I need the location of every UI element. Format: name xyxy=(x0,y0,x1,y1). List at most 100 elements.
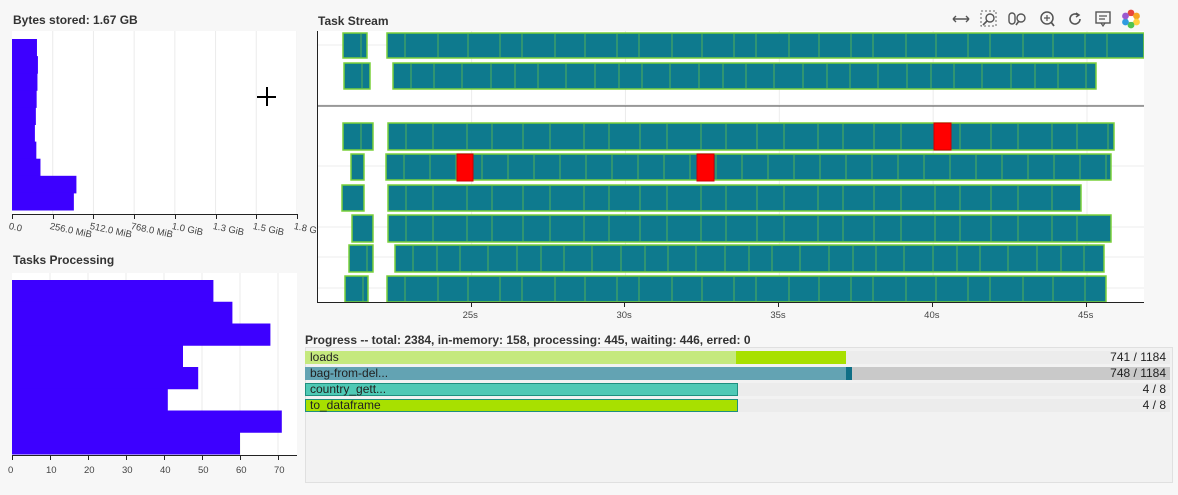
bytes-bar xyxy=(12,39,37,57)
task-segment xyxy=(342,122,374,151)
x-tick-mark xyxy=(164,455,165,460)
x-tick-label: 45s xyxy=(1078,310,1094,321)
x-tick-label: 0 xyxy=(8,465,14,476)
bytes-bar xyxy=(12,141,37,160)
bytes-bar xyxy=(12,56,38,74)
x-tick-label: 1.5 GiB xyxy=(251,221,286,239)
processing-bar xyxy=(12,367,199,390)
task-segment xyxy=(392,62,1097,90)
task-segment xyxy=(351,214,374,243)
progress-processing-fill xyxy=(846,367,852,380)
x-tick-mark xyxy=(624,303,626,307)
x-tick-label: 25s xyxy=(462,310,478,321)
x-tick-mark xyxy=(778,303,780,307)
progress-row: country_gett... 4 / 8 xyxy=(305,383,1170,396)
x-tick-label: 1.3 GiB xyxy=(211,221,245,239)
bytes-stored-plot[interactable] xyxy=(12,31,297,214)
x-tick-mark xyxy=(932,303,934,307)
x-tick-label: 768.0 MiB xyxy=(129,221,174,241)
x-tick-mark xyxy=(278,455,279,460)
x-tick-mark xyxy=(52,214,54,219)
processing-bar xyxy=(12,432,240,455)
progress-row: to_dataframe 4 / 8 xyxy=(305,399,1170,412)
x-tick-mark xyxy=(12,214,13,219)
processing-bar xyxy=(12,301,233,324)
x-tick-mark xyxy=(297,214,298,219)
x-tick-label: 0.0 xyxy=(7,221,23,235)
x-tick-label: 10 xyxy=(46,465,57,476)
task-stream-x-axis: 25s 30s 35s 40s 45s xyxy=(317,303,1143,323)
x-tick-mark xyxy=(174,214,176,219)
bytes-stored-x-axis: 0.0 256.0 MiB 512.0 MiB 768.0 MiB 1.0 GiB 1.3… xyxy=(8,214,318,244)
x-tick-label: 1.0 GiB xyxy=(170,221,204,239)
bytes-bar xyxy=(12,158,41,177)
wheel-zoom-icon[interactable] xyxy=(1006,8,1028,30)
task-segment xyxy=(386,32,1144,59)
x-tick-mark xyxy=(93,214,95,219)
x-tick-mark xyxy=(134,214,136,219)
x-tick-label: 40s xyxy=(924,310,940,321)
x-tick-mark xyxy=(126,455,127,460)
x-tick-mark xyxy=(88,455,89,460)
x-tick-label: 256.0 MiB xyxy=(48,221,93,241)
progress-task-name: to_dataframe xyxy=(310,398,381,412)
progress-task-name: bag-from-del... xyxy=(310,366,389,380)
progress-task-count: 4 / 8 xyxy=(1142,382,1166,396)
task-segment xyxy=(343,62,371,90)
tasks-processing-x-axis: 0 10 20 30 40 50 60 70 xyxy=(8,455,297,485)
x-tick-label: 35s xyxy=(770,310,786,321)
x-tick-label: 50 xyxy=(198,465,209,476)
task-segment xyxy=(344,275,369,302)
box-zoom-icon[interactable] xyxy=(978,8,1000,30)
progress-task-name: loads xyxy=(310,350,339,364)
progress-row: loads 741 / 1184 xyxy=(305,351,1170,364)
tasks-processing-title: Tasks Processing xyxy=(13,253,115,267)
progress-task-name: country_gett... xyxy=(310,382,387,396)
pan-icon[interactable] xyxy=(948,8,974,34)
bytes-bar xyxy=(12,90,37,108)
task-stream-plot[interactable] xyxy=(317,31,1144,303)
x-tick-mark xyxy=(256,214,258,219)
x-tick-label: 512.0 MiB xyxy=(89,221,134,241)
task-segment xyxy=(387,122,1115,151)
x-tick-mark xyxy=(240,455,241,460)
reset-icon[interactable] xyxy=(1064,8,1086,30)
x-tick-label: 30 xyxy=(122,465,133,476)
erred-task xyxy=(456,153,474,182)
x-tick-mark xyxy=(50,455,51,460)
progress-task-count: 741 / 1184 xyxy=(1110,350,1166,364)
task-segment xyxy=(387,214,1112,243)
progress-task-count: 4 / 8 xyxy=(1142,398,1166,412)
progress-memory-fill xyxy=(305,351,736,364)
bytes-stored-title: Bytes stored: 1.67 GB xyxy=(13,13,138,27)
x-tick-label: 20 xyxy=(84,465,95,476)
x-tick-label: 70 xyxy=(274,465,285,476)
bytes-bar xyxy=(12,175,77,194)
task-segment xyxy=(341,184,365,212)
task-segment xyxy=(348,244,374,273)
hover-icon[interactable] xyxy=(1090,8,1116,34)
progress-row: bag-from-del... 748 / 1184 xyxy=(305,367,1170,380)
x-tick-label: 1.8 G xyxy=(292,221,318,237)
x-tick-mark xyxy=(1086,303,1088,307)
zoom-in-icon[interactable] xyxy=(1034,8,1060,34)
x-tick-label: 60 xyxy=(236,465,247,476)
processing-bar xyxy=(12,323,271,346)
x-tick-mark xyxy=(215,214,217,219)
bokeh-logo-icon[interactable] xyxy=(1120,8,1142,30)
erred-task xyxy=(933,122,952,151)
task-segment xyxy=(386,275,1107,302)
x-tick-mark xyxy=(202,455,203,460)
x-tick-label: 40 xyxy=(160,465,171,476)
bytes-bar xyxy=(12,124,35,143)
erred-task xyxy=(696,153,715,182)
task-stream-title: Task Stream xyxy=(318,14,389,28)
processing-bar xyxy=(12,280,214,303)
progress-task-count: 748 / 1184 xyxy=(1110,366,1166,380)
task-segment xyxy=(342,32,368,59)
bytes-bar xyxy=(12,73,38,91)
task-segment xyxy=(350,153,365,181)
x-tick-mark xyxy=(12,455,13,460)
tasks-processing-plot[interactable] xyxy=(12,273,297,455)
processing-bar xyxy=(12,345,183,368)
